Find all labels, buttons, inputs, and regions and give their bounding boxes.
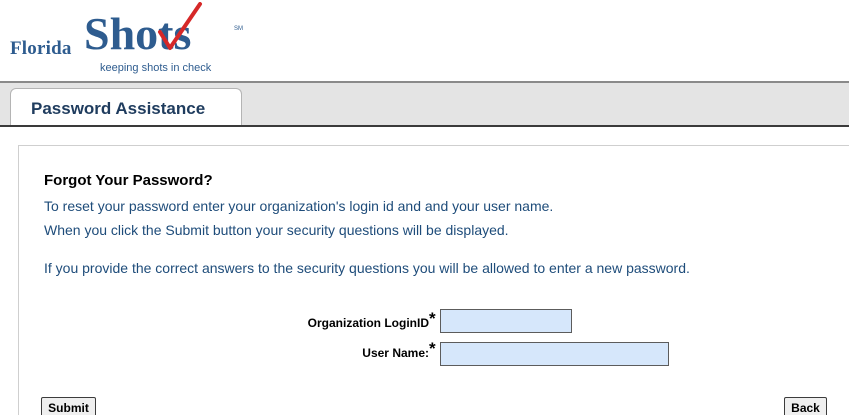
checkmark-icon bbox=[158, 2, 202, 50]
submit-button[interactable]: Submit bbox=[41, 397, 96, 415]
logo-florida-text: Florida bbox=[10, 38, 72, 59]
required-marker: * bbox=[429, 309, 436, 328]
tab-password-assistance[interactable]: Password Assistance bbox=[10, 88, 242, 126]
info-text-line: To reset your password enter your organi… bbox=[44, 198, 554, 214]
back-button[interactable]: Back bbox=[784, 397, 827, 415]
logo-tagline: keeping shots in check bbox=[100, 62, 212, 74]
required-marker: * bbox=[429, 339, 436, 358]
info-text-line: If you provide the correct answers to th… bbox=[44, 260, 690, 276]
tab-label: Password Assistance bbox=[31, 99, 206, 118]
info-text-line: When you click the Submit button your se… bbox=[44, 222, 509, 238]
org-loginid-input[interactable] bbox=[440, 309, 572, 333]
page-heading: Forgot Your Password? bbox=[44, 172, 213, 189]
content-panel: Forgot Your Password? To reset your pass… bbox=[18, 145, 849, 415]
header: Florida Shots SM keeping shots in check bbox=[0, 0, 849, 82]
logo-service-mark: SM bbox=[234, 26, 243, 32]
user-name-label: User Name: bbox=[362, 346, 429, 360]
user-name-input[interactable] bbox=[440, 342, 669, 366]
org-loginid-label: Organization LoginID bbox=[307, 316, 429, 330]
tab-divider bbox=[0, 125, 849, 127]
florida-shots-logo[interactable]: Florida Shots SM keeping shots in check bbox=[8, 0, 258, 80]
